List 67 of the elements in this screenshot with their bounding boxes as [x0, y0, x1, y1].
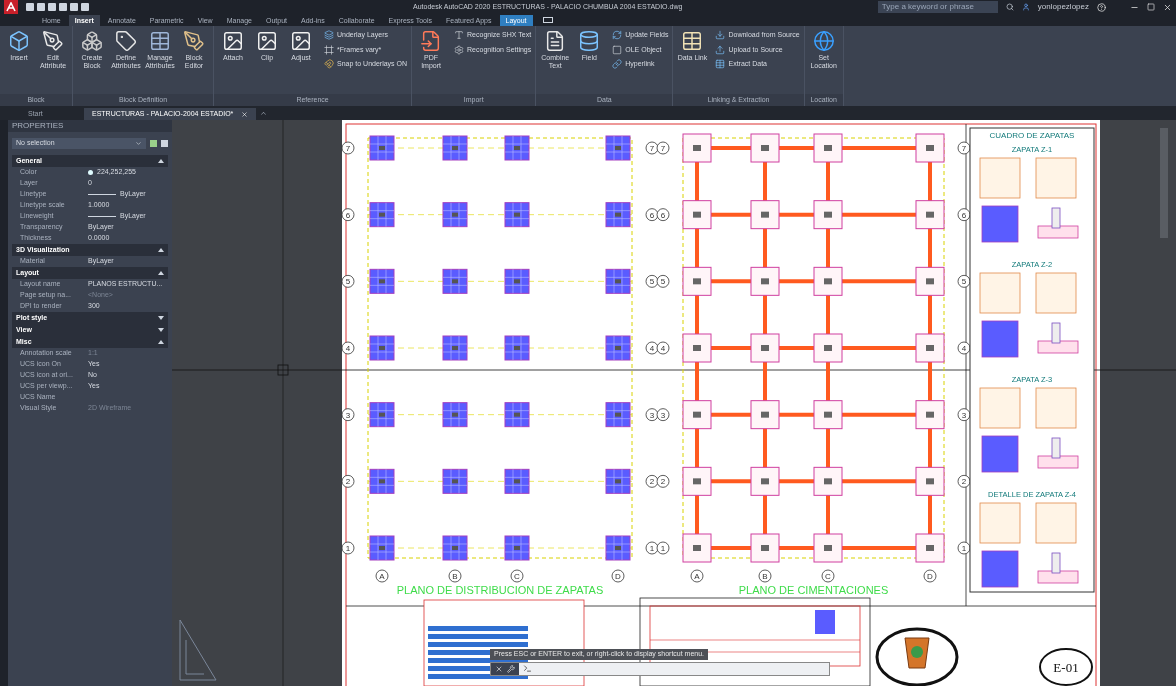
grid-bubble: 4 — [957, 341, 971, 355]
grid-bubble: 7 — [341, 141, 355, 155]
grid-bubble: 1 — [645, 541, 659, 555]
grid-bubble: 5 — [645, 274, 659, 288]
plan-title: PLANO DE DISTRIBUCION DE ZAPATAS — [396, 584, 604, 596]
grid-bubble: 3 — [645, 408, 659, 422]
sheet-label-badge: E-01 — [1039, 648, 1093, 686]
search-field[interactable]: Type a keyword or phrase — [877, 1, 998, 13]
grid-bubble: 1 — [341, 541, 355, 555]
help-icon[interactable] — [1097, 2, 1106, 12]
download-icon — [715, 30, 726, 41]
grid-bubble: 4 — [656, 341, 670, 355]
grid-bubble: 1 — [656, 541, 670, 555]
grid-bubble: 7 — [645, 141, 659, 155]
grid-bubble: 4 — [645, 341, 659, 355]
globe-icon — [812, 30, 835, 52]
ucs-icon — [179, 619, 217, 681]
cursor-pickbox — [277, 364, 289, 376]
close-tab-icon[interactable] — [241, 110, 249, 118]
grid-bubble: 6 — [341, 208, 355, 222]
link-icon — [612, 59, 623, 70]
grid-bubble: 2 — [645, 474, 659, 488]
layers-icon — [324, 30, 334, 41]
grid-bubble: C — [821, 569, 835, 583]
grid-bubble: 2 — [341, 474, 355, 488]
panel-toggle-icon[interactable] — [542, 17, 553, 23]
wrench-icon[interactable] — [507, 664, 515, 673]
grid-bubble: 4 — [341, 341, 355, 355]
grid-bubble: 7 — [656, 141, 670, 155]
upload-icon — [715, 44, 726, 55]
image-icon — [222, 30, 244, 52]
palette-title: PROPERTIES — [12, 120, 64, 132]
close-icon[interactable] — [1163, 2, 1172, 12]
command-prompt-icon — [523, 664, 532, 673]
text-icon — [454, 30, 465, 41]
line-sample — [88, 216, 116, 217]
grid-bubble: D — [611, 569, 625, 583]
grid-bubble: 6 — [656, 208, 670, 222]
search-icon[interactable] — [1005, 3, 1014, 11]
grid-bubble: B — [758, 569, 772, 583]
app-logo-icon[interactable] — [4, 0, 18, 14]
grid-bubble: 7 — [957, 141, 971, 155]
tag-icon — [115, 30, 137, 52]
detail-sheet-title: CUADRO DE ZAPATAS — [989, 131, 1075, 140]
grid-bubble: 6 — [645, 208, 659, 222]
settings-icon — [454, 44, 465, 55]
image-icon — [290, 30, 312, 52]
grid-bubble: A — [690, 569, 704, 583]
color-swatch — [88, 170, 93, 175]
grid-bubble: D — [923, 569, 937, 583]
close-icon[interactable] — [495, 664, 503, 673]
image-icon — [256, 30, 278, 52]
maximize-icon[interactable] — [1147, 3, 1155, 11]
grid-bubble: 2 — [656, 474, 670, 488]
grid-bubble: 5 — [341, 274, 355, 288]
grid-bubble: 3 — [656, 408, 670, 422]
grid-bubble: 1 — [957, 541, 971, 555]
grid-bubble: B — [448, 569, 462, 583]
grid-bubble: A — [375, 569, 389, 583]
grid-bubble: C — [510, 569, 524, 583]
grid-bubble: 5 — [656, 274, 670, 288]
plan-title: PLANO DE CIMENTACIONES — [738, 584, 889, 596]
user-name[interactable]: yonlopezlopez — [1037, 1, 1089, 13]
grid-bubble: 3 — [341, 408, 355, 422]
refresh-icon — [612, 30, 623, 41]
line-sample — [88, 194, 116, 195]
user-icon[interactable] — [1021, 3, 1030, 11]
